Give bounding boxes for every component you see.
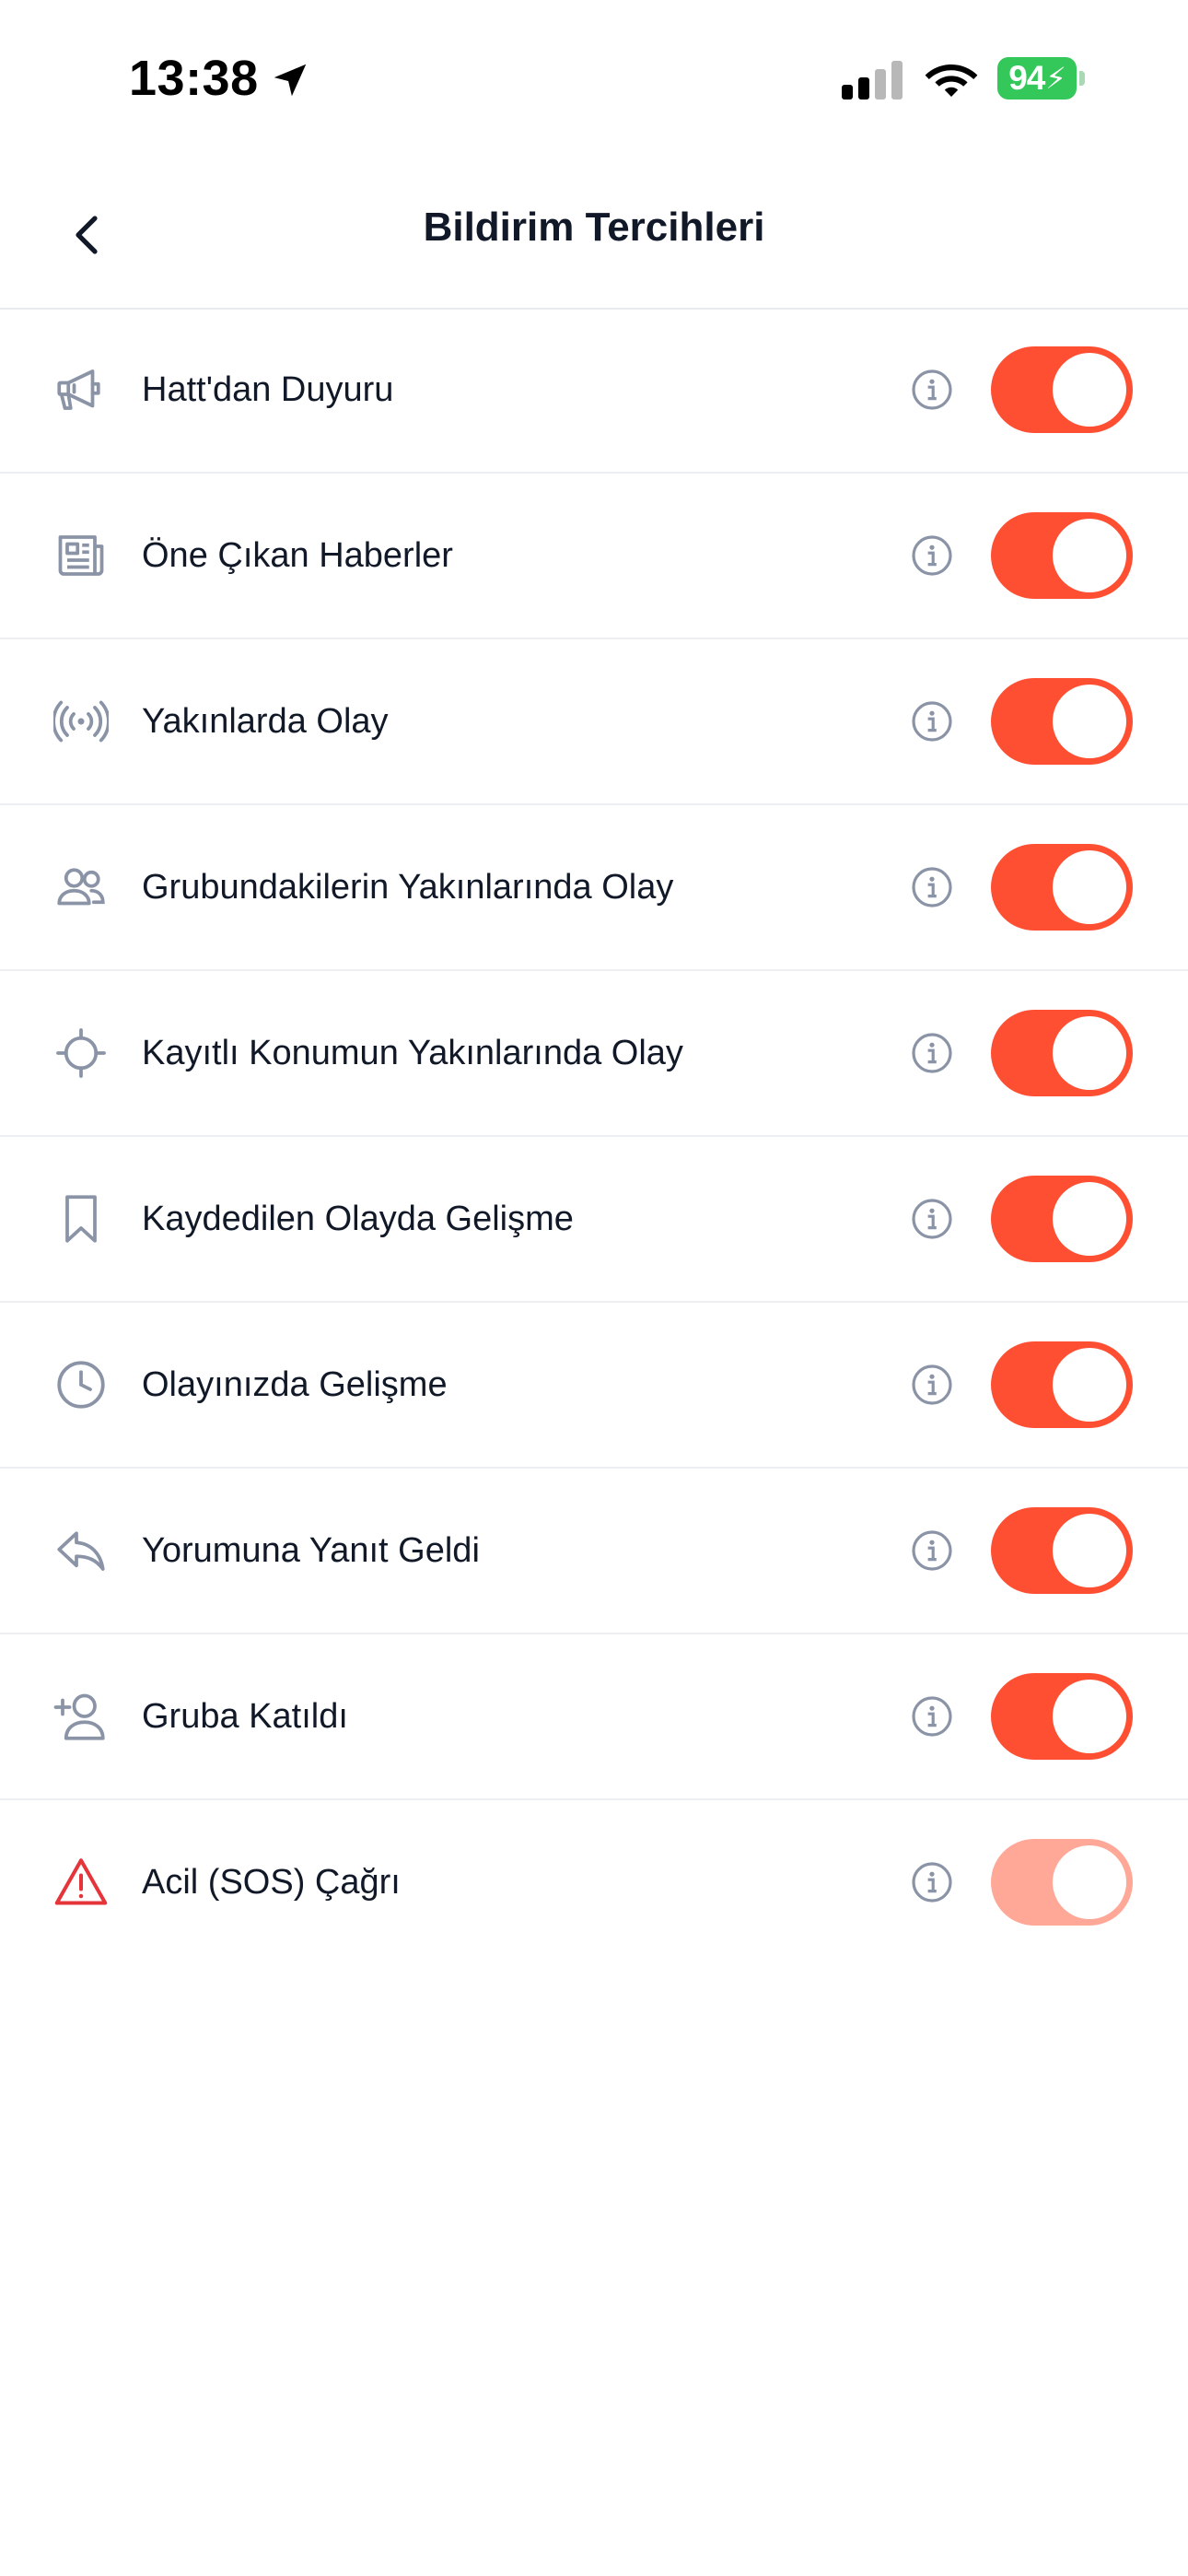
users-icon	[57, 868, 105, 906]
toggle-knob	[1053, 1348, 1126, 1422]
charging-bolt-icon: ⚡	[1045, 62, 1066, 95]
toggle-knob	[1053, 1182, 1126, 1256]
toggle-switch[interactable]	[991, 1010, 1133, 1096]
toggle-switch[interactable]	[991, 844, 1133, 931]
toggle-knob	[1053, 519, 1126, 592]
info-icon[interactable]	[910, 1031, 954, 1075]
toggle-switch[interactable]	[991, 678, 1133, 765]
status-bar: 13:38 94 ⚡	[0, 0, 1188, 157]
location-arrow-icon	[274, 64, 307, 97]
toggle-switch-disabled	[991, 1839, 1133, 1926]
clock-icon	[57, 1361, 105, 1409]
item-label: Yorumuna Yanıt Geldi	[142, 1530, 480, 1570]
toggle-switch[interactable]	[991, 1341, 1133, 1428]
reply-icon	[57, 1531, 105, 1571]
user-plus-icon	[53, 1693, 105, 1740]
warning-icon	[54, 1858, 108, 1905]
toggle-knob	[1053, 1680, 1126, 1753]
info-icon[interactable]	[910, 865, 954, 909]
broadcast-icon	[53, 700, 109, 743]
status-time: 13:38	[129, 51, 259, 106]
megaphone-icon	[57, 369, 100, 410]
list-item: Yorumuna Yanıt Geldi	[0, 1469, 1188, 1634]
toggle-switch[interactable]	[991, 1176, 1133, 1262]
info-icon[interactable]	[910, 1363, 954, 1407]
list-item: Kaydedilen Olayda Gelişme	[0, 1137, 1188, 1303]
list-item: Yakınlarda Olay	[0, 639, 1188, 805]
info-icon[interactable]	[910, 533, 954, 578]
item-label: Yakınlarda Olay	[142, 701, 389, 741]
info-icon[interactable]	[910, 699, 954, 744]
item-label: Acil (SOS) Çağrı	[142, 1862, 401, 1902]
toggle-knob	[1053, 1016, 1126, 1090]
info-icon[interactable]	[910, 1197, 954, 1241]
list-item: Gruba Katıldı	[0, 1634, 1188, 1800]
list-item: Öne Çıkan Haberler	[0, 474, 1188, 639]
toggle-switch[interactable]	[991, 1673, 1133, 1760]
crosshair-icon	[56, 1028, 106, 1078]
item-label: Kaydedilen Olayda Gelişme	[142, 1199, 574, 1238]
item-label: Gruba Katıldı	[142, 1696, 348, 1736]
nav-header: Bildirim Tercihleri	[0, 157, 1188, 310]
item-label: Olayınızda Gelişme	[142, 1364, 448, 1404]
notification-preference-list: Hatt'dan Duyuru Öne Çıkan Haberler Yakın…	[0, 308, 1188, 1964]
list-item: Olayınızda Gelişme	[0, 1303, 1188, 1469]
list-item: Acil (SOS) Çağrı	[0, 1800, 1188, 1964]
toggle-knob	[1053, 353, 1126, 427]
toggle-switch[interactable]	[991, 1507, 1133, 1594]
toggle-knob	[1053, 1845, 1126, 1919]
toggle-switch[interactable]	[991, 512, 1133, 599]
list-item: Kayıtlı Konumun Yakınlarında Olay	[0, 971, 1188, 1137]
wifi-icon	[925, 64, 978, 97]
toggle-knob	[1053, 685, 1126, 758]
battery-indicator: 94 ⚡	[997, 57, 1077, 100]
info-icon[interactable]	[910, 1694, 954, 1739]
newspaper-icon	[58, 535, 104, 576]
info-icon[interactable]	[910, 1528, 954, 1573]
list-item: Grubundakilerin Yakınlarında Olay	[0, 805, 1188, 971]
toggle-switch[interactable]	[991, 346, 1133, 433]
info-icon[interactable]	[910, 1860, 954, 1904]
item-label: Hatt'dan Duyuru	[142, 369, 394, 409]
info-icon[interactable]	[910, 368, 954, 412]
page-title: Bildirim Tercihleri	[423, 205, 765, 250]
bookmark-icon	[65, 1195, 97, 1243]
item-label: Kayıtlı Konumun Yakınlarında Olay	[142, 1033, 683, 1072]
toggle-knob	[1053, 850, 1126, 924]
item-label: Grubundakilerin Yakınlarında Olay	[142, 867, 674, 907]
cellular-signal-icon	[842, 61, 903, 100]
battery-level: 94	[1008, 59, 1045, 97]
notification-preferences-screen: 13:38 94 ⚡ Bildirim Tercihleri Hatt'dan …	[0, 0, 1188, 2576]
list-item: Hatt'dan Duyuru	[0, 308, 1188, 474]
toggle-knob	[1053, 1514, 1126, 1587]
battery-cap	[1079, 71, 1085, 86]
item-label: Öne Çıkan Haberler	[142, 535, 453, 575]
